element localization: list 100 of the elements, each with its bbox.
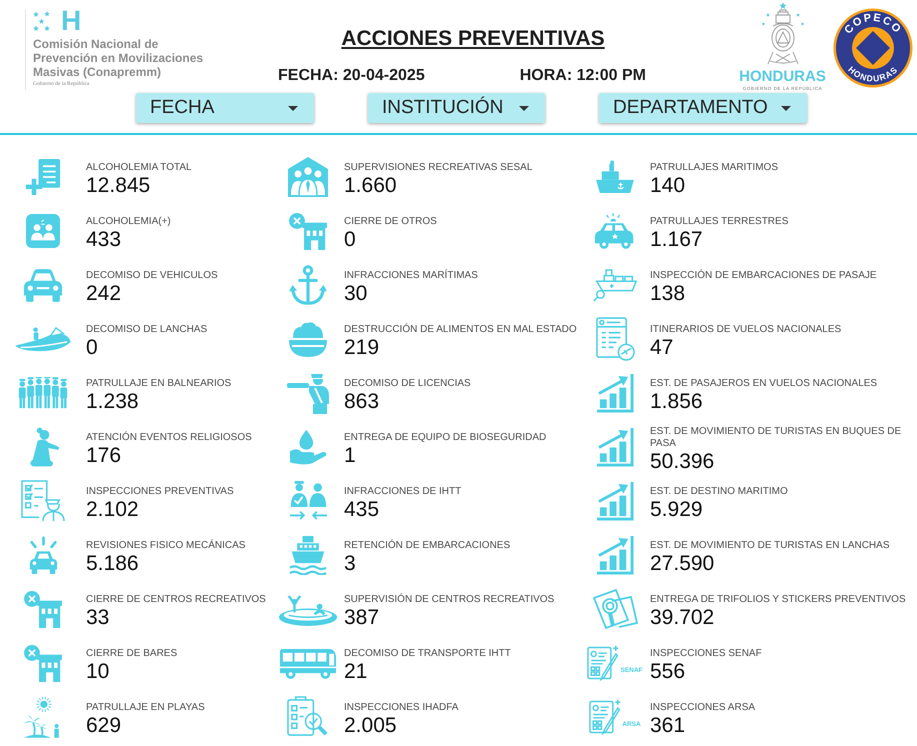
car-icon [24,268,62,302]
indicator-label: DECOMISO DE VEHICULOS [86,270,218,282]
indicator-value: 176 [86,444,122,468]
indicator-value: 863 [344,390,380,414]
indicator-label: DECOMISO DE LICENCIAS [344,378,471,390]
document-plus-icon [25,158,61,196]
ship-search-icon [592,267,638,303]
indicator-value: 3 [344,552,356,576]
ship-icon [289,535,327,575]
indicator-label: INFRACCIONES MARÍTIMAS [344,270,478,282]
indicator-value: 138 [650,282,686,306]
filter-dropdown[interactable]: DEPARTAMENTO [599,93,807,123]
indicator-label: PATRULLAJE EN BALNEARIOS [86,378,232,390]
indicator-value: 27.590 [650,552,714,576]
car-alert-icon [28,536,58,574]
indicator-value: 5.186 [86,552,139,576]
indicator-value: 629 [86,714,122,738]
indicator-value: 1.856 [650,390,703,414]
indicator-label: PATRULLAJES MARITIMOS [650,162,778,174]
indicator-label: ATENCIÓN EVENTOS RELIGIOSOS [86,432,252,444]
indicator-label: REVISIONES FISICO MECÁNICAS [86,540,246,552]
checklist-officer-icon [21,480,65,522]
indicator-value: 433 [86,228,122,252]
indicator-label: PATRULLAJES TERRESTRES [650,216,788,228]
form-pencil-icon [589,699,622,735]
indicator-label: ALCOHOLEMIA(+) [86,216,171,228]
indicator-value: 435 [344,498,380,522]
country-name: HONDURAS [739,69,826,84]
indicator-value: 242 [86,282,122,306]
logo-letter: H [61,10,82,32]
food-bowl-icon [288,320,328,358]
indicator-value: 33 [86,606,110,630]
closed-building-icon [24,644,62,682]
indicator-label: RETENCIÓN DE EMBARCACIONES [344,540,510,552]
indicator-value: 556 [650,660,686,684]
indicator-label: EST. DE MOVIMIENTO DE TURISTAS EN LANCHAS [650,540,890,552]
report-date: FECHA: 20-04-2025 [278,67,425,85]
indicator-label: INSPECCIONES ARSA [650,702,756,714]
people-shelter-icon [288,157,328,197]
indicator-value: 0 [344,228,356,252]
indicator-label: DESTRUCCIÓN DE ALIMENTOS EN MAL ESTADO [344,324,577,336]
indicator-label: INSPECCIONES IHADFA [344,702,458,714]
people-tile-icon [26,214,60,248]
form-pencil-icon [587,645,620,681]
indicator-value: 21 [344,660,368,684]
police-car-icon [594,212,636,250]
growth-chart-icon [596,481,634,521]
indicator-value: 30 [344,282,368,306]
indicator-label: INSPECCIÓN DE EMBARCACIONES DE PASAJE [650,270,877,282]
caret-icon [288,106,298,110]
indicator-value: 1.660 [344,174,397,198]
indicator-label: SUPERVISIÓN DE CENTROS RECREATIVOS [344,594,554,606]
flight-itinerary-icon [596,317,634,361]
pool-icon [278,592,338,626]
closed-building-icon [289,212,327,250]
closed-building-icon [24,590,62,628]
indicator-value: 1 [344,444,356,468]
hand-drop-icon [289,429,327,465]
officer-pointing-icon [286,371,330,415]
organization-name: Comisión Nacional de Prevención en Movilizaciones Masivas (Conapremm) [33,37,204,79]
indicator-label: ALCOHOLEMIA TOTAL [86,162,192,174]
indicator-label: CIERRE DE BARES [86,648,178,660]
indicator-value: 39.702 [650,606,714,630]
page-title: ACCIONES PREVENTIVAS [341,26,605,52]
indicator-label: EST. DE PASAJEROS EN VUELOS NACIONALES [650,378,878,390]
indicator-label: INFRACCIONES DE IHTT [344,486,462,498]
bus-icon [279,648,337,678]
document-search-icon [592,588,638,630]
indicator-label: PATRULLAJE EN PLAYAS [86,702,205,714]
indicator-label: ENTREGA DE TRIFOLIOS Y STICKERS PREVENTIVOS [650,594,906,606]
indicator-label: INSPECCIONES SENAF [650,648,762,660]
indicator-label: DECOMISO DE LANCHAS [86,324,208,336]
indicator-label: SUPERVISIONES RECREATIVAS SESAL [344,162,532,174]
indicator-value: 361 [650,714,686,738]
indicator-value: 219 [344,336,380,360]
indicator-value: 387 [344,606,380,630]
anchor-icon [288,265,328,305]
filter-dropdown[interactable]: FECHA [136,93,314,123]
growth-chart-icon [596,535,634,575]
caret-icon [519,106,529,110]
indicator-label: EST. DE MOVIMIENTO DE TURISTAS EN BUQUES DE PASA [650,426,902,450]
indicator-value: 10 [86,660,110,684]
indicator-label: CIERRE DE OTROS [344,216,437,228]
indicator-value: 50.396 [650,450,714,474]
indicator-label: CIERRE DE CENTROS RECREATIVOS [86,594,266,606]
seal-icon [834,8,912,88]
indicator-label: EST. DE DESTINO MARITIMO [650,486,788,498]
filter-dropdown[interactable]: INSTITUCIÓN [368,93,545,123]
indicator-value: 2.005 [344,714,397,738]
beach-icon [24,696,62,738]
speedboat-icon [14,326,72,352]
police-group-icon [18,376,68,410]
indicator-label: ITINERARIOS DE VUELOS NACIONALES [650,324,842,336]
people-arrows-icon [288,481,328,521]
indicator-label: INSPECCIONES PREVENTIVAS [86,486,234,498]
indicator-value: 140 [650,174,686,198]
growth-chart-icon [596,427,634,467]
growth-chart-icon [596,373,634,413]
indicator-value: 1.238 [86,390,139,414]
indicator-label: ENTREGA DE EQUIPO DE BIOSEGURIDAD [344,432,546,444]
